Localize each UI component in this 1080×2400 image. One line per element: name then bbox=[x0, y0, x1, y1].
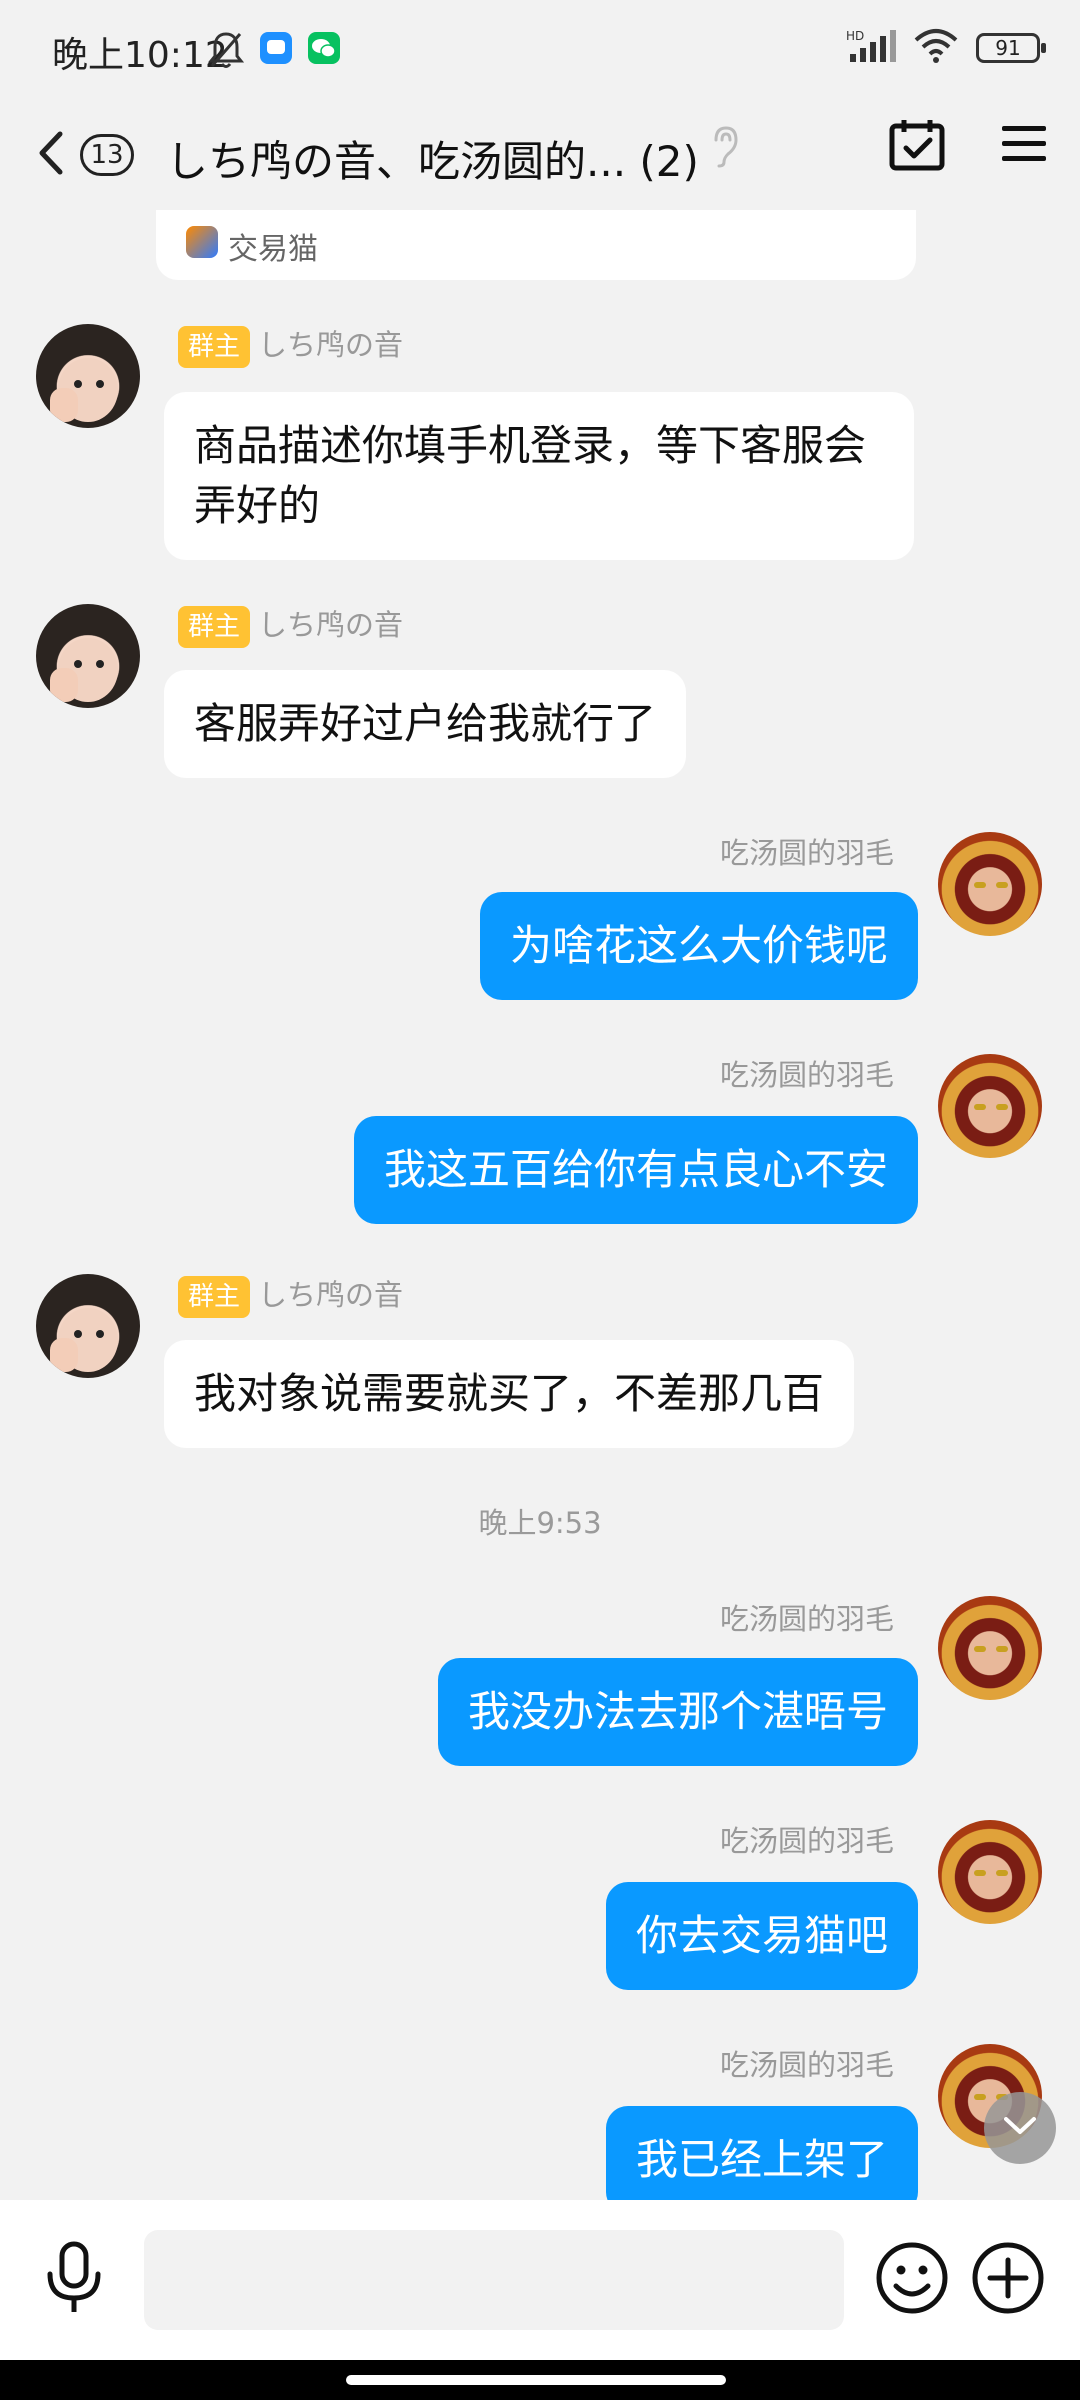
reference-card-text: 交易猫 bbox=[228, 232, 318, 267]
sender-name: 吃汤圆的羽毛 bbox=[719, 836, 894, 870]
app-notification-icon bbox=[258, 30, 294, 70]
chat-title[interactable]: しち鸤の音、吃汤圆的... (2) bbox=[166, 128, 699, 189]
message-bubble[interactable]: 我这五百给你有点良心不安 bbox=[353, 1116, 918, 1224]
message-bubble[interactable]: 客服弄好过户给我就行了 bbox=[164, 670, 687, 778]
battery-icon: 91 bbox=[976, 33, 1046, 63]
sender-name: 吃汤圆的羽毛 bbox=[719, 1824, 894, 1858]
sender-name-text: しち鸤の音 bbox=[258, 608, 404, 642]
input-bar bbox=[0, 2200, 1080, 2360]
home-indicator[interactable] bbox=[346, 2375, 726, 2385]
ear-icon[interactable] bbox=[708, 124, 742, 172]
system-nav-bar bbox=[0, 2360, 1080, 2400]
message-list[interactable]: 交易猫 群主 しち鸤の音 商品描述你填手机登录，等下客服会弄好的 群主 しち鸤の音 … bbox=[0, 210, 1080, 2200]
plus-icon[interactable] bbox=[970, 2240, 1046, 2320]
battery-level: 91 bbox=[995, 36, 1021, 60]
avatar[interactable] bbox=[36, 324, 140, 428]
reference-card[interactable]: 交易猫 bbox=[156, 210, 916, 280]
owner-badge: 群主 bbox=[178, 606, 251, 648]
message-bubble[interactable]: 我没办法去那个湛晤号 bbox=[437, 1658, 918, 1766]
microphone-icon[interactable] bbox=[42, 2240, 106, 2320]
avatar[interactable] bbox=[938, 1596, 1042, 1700]
back-button[interactable]: 13 bbox=[36, 120, 146, 190]
bell-off-icon bbox=[207, 30, 245, 74]
sender-name: 吃汤圆的羽毛 bbox=[719, 1058, 894, 1092]
sender-name: 群主 しち鸤の音 bbox=[178, 1272, 403, 1318]
sender-name: 吃汤圆的羽毛 bbox=[719, 2048, 894, 2082]
wifi-icon bbox=[914, 28, 958, 68]
message-bubble[interactable]: 我已经上架了 bbox=[605, 2106, 918, 2200]
status-bar: 晚上10:12 HD 91 bbox=[0, 0, 1080, 100]
avatar[interactable] bbox=[36, 1274, 140, 1378]
sender-name: 群主 しち鸤の音 bbox=[178, 322, 403, 368]
message-bubble[interactable]: 我对象说需要就买了，不差那几百 bbox=[164, 1340, 855, 1448]
avatar[interactable] bbox=[938, 832, 1042, 936]
owner-badge: 群主 bbox=[178, 326, 251, 368]
sender-name: 群主 しち鸤の音 bbox=[178, 602, 403, 648]
scroll-to-bottom-button[interactable] bbox=[984, 2092, 1056, 2164]
emoji-icon[interactable] bbox=[874, 2240, 950, 2320]
message-bubble[interactable]: 商品描述你填手机登录，等下客服会弄好的 bbox=[164, 392, 914, 560]
wechat-icon bbox=[306, 30, 342, 70]
menu-icon[interactable] bbox=[1000, 122, 1048, 170]
back-icon[interactable] bbox=[36, 130, 66, 180]
status-time: 晚上10:12 bbox=[52, 35, 228, 76]
svg-text:HD: HD bbox=[846, 29, 864, 43]
unread-count-badge[interactable]: 13 bbox=[80, 134, 134, 176]
owner-badge: 群主 bbox=[178, 1276, 251, 1318]
calendar-check-icon[interactable] bbox=[888, 118, 946, 176]
avatar[interactable] bbox=[938, 1054, 1042, 1158]
avatar[interactable] bbox=[36, 604, 140, 708]
sender-name-text: しち鸤の音 bbox=[258, 328, 404, 362]
avatar[interactable] bbox=[938, 1820, 1042, 1924]
sender-name: 吃汤圆的羽毛 bbox=[719, 1602, 894, 1636]
jiaoyimao-logo-icon bbox=[186, 226, 218, 258]
signal-icon: HD bbox=[846, 28, 896, 68]
sender-name-text: しち鸤の音 bbox=[258, 1278, 404, 1312]
message-bubble[interactable]: 你去交易猫吧 bbox=[605, 1882, 918, 1990]
message-input[interactable] bbox=[144, 2230, 844, 2330]
chevron-down-icon[interactable] bbox=[1003, 2116, 1037, 2140]
timestamp: 晚上9:53 bbox=[478, 1506, 602, 1540]
message-bubble[interactable]: 为啥花这么大价钱呢 bbox=[479, 892, 918, 1000]
